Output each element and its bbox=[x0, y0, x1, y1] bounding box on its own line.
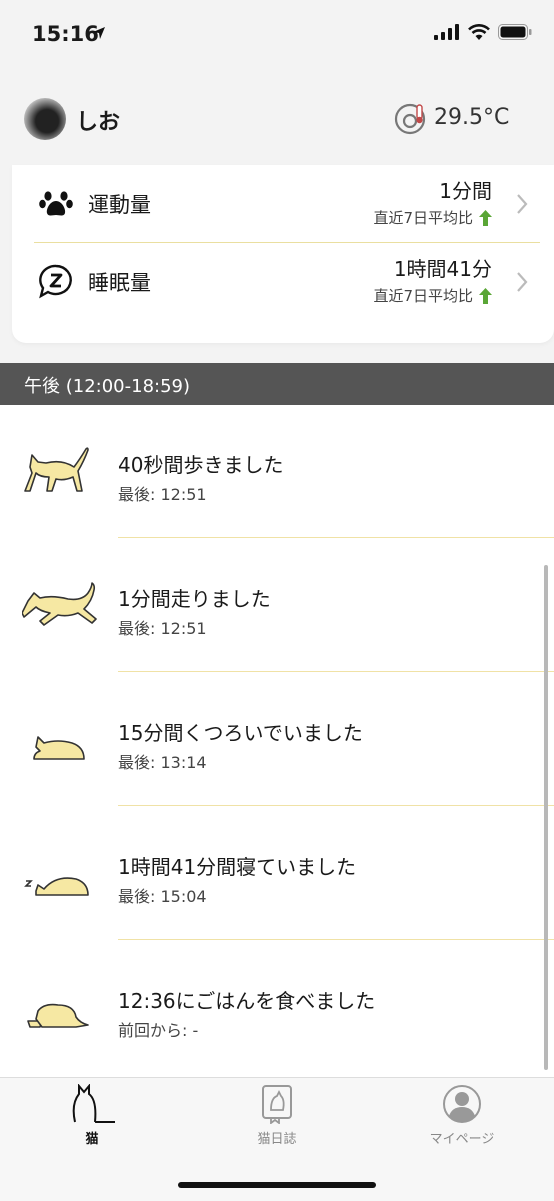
cat-walking-icon bbox=[24, 447, 89, 492]
tab-label: 猫 bbox=[85, 1132, 99, 1147]
sleep-comparison: 直近7日平均比 bbox=[373, 285, 492, 306]
status-time: 15:16 bbox=[32, 22, 99, 46]
summary-card: 運動量 1分間 直近7日平均比 睡眠量 1時間41分 直近7日平均比 bbox=[12, 165, 554, 343]
header: しお 29.5°C bbox=[0, 96, 554, 142]
item-divider bbox=[118, 805, 554, 806]
scrollbar[interactable] bbox=[544, 565, 548, 1070]
diary-tab-icon bbox=[262, 1085, 292, 1124]
location-arrow-icon bbox=[93, 27, 105, 39]
list-item[interactable]: 12:36にごはんを食べました 前回から: - bbox=[0, 941, 554, 1075]
list-item[interactable]: 40秒間歩きました 最後: 12:51 bbox=[0, 405, 554, 539]
list-item[interactable]: 1時間41分間寝ていました 最後: 15:04 bbox=[0, 807, 554, 941]
chevron-right-icon bbox=[517, 272, 528, 292]
sleep-value: 1時間41分 bbox=[393, 257, 492, 281]
cat-name: しお bbox=[76, 110, 121, 135]
section-header: 午後 (12:00-18:59) bbox=[0, 363, 554, 405]
sleep-bubble-icon bbox=[39, 264, 72, 299]
cat-sleeping-icon bbox=[24, 877, 89, 896]
item-title: 40秒間歩きました bbox=[118, 453, 284, 477]
tab-mypage[interactable]: マイページ bbox=[402, 1084, 522, 1154]
activity-value: 1分間 bbox=[439, 179, 492, 203]
wifi-icon bbox=[468, 24, 490, 40]
section-title: 午後 (12:00-18:59) bbox=[24, 376, 191, 397]
activity-label: 運動量 bbox=[88, 193, 151, 217]
tab-cat[interactable]: 猫 bbox=[32, 1084, 152, 1154]
list-item[interactable]: 1分間走りました 最後: 12:51 bbox=[0, 539, 554, 673]
signal-icon bbox=[434, 24, 459, 40]
timeline-list[interactable]: 40秒間歩きました 最後: 12:51 1分間走りました 最後: 12:51 1… bbox=[0, 405, 554, 1077]
cat-tab-icon bbox=[72, 1084, 115, 1123]
sleep-comparison-label: 直近7日平均比 bbox=[373, 287, 473, 305]
sleep-label: 睡眠量 bbox=[88, 271, 151, 295]
item-timestamp: 最後: 12:51 bbox=[118, 485, 207, 504]
activity-comparison: 直近7日平均比 bbox=[373, 207, 492, 228]
cat-resting-icon bbox=[33, 736, 85, 760]
item-divider bbox=[118, 537, 554, 538]
thermometer-device-icon bbox=[394, 103, 426, 135]
person-tab-icon bbox=[443, 1085, 481, 1123]
activity-comparison-label: 直近7日平均比 bbox=[373, 209, 473, 227]
home-indicator bbox=[178, 1182, 376, 1188]
temperature-value: 29.5°C bbox=[434, 105, 510, 130]
item-title: 12:36にごはんを食べました bbox=[118, 989, 376, 1013]
tab-diary[interactable]: 猫日誌 bbox=[217, 1084, 337, 1154]
item-divider bbox=[118, 939, 554, 940]
item-title: 1分間走りました bbox=[118, 587, 271, 611]
status-icons bbox=[434, 24, 532, 40]
tab-label: 猫日誌 bbox=[257, 1132, 297, 1147]
tab-label: マイページ bbox=[429, 1132, 495, 1147]
item-timestamp: 最後: 12:51 bbox=[118, 619, 207, 638]
item-timestamp: 最後: 13:14 bbox=[118, 753, 207, 772]
battery-icon bbox=[498, 24, 532, 40]
sleep-summary-row[interactable]: 睡眠量 1時間41分 直近7日平均比 bbox=[12, 243, 554, 319]
status-bar: 15:16 bbox=[0, 0, 554, 66]
avatar[interactable] bbox=[24, 98, 66, 140]
up-arrow-icon bbox=[479, 287, 492, 304]
chevron-right-icon bbox=[517, 194, 528, 214]
list-item[interactable]: 15分間くつろいでいました 最後: 13:14 bbox=[0, 673, 554, 807]
item-divider bbox=[118, 671, 554, 672]
cat-running-icon bbox=[22, 582, 97, 626]
paw-icon bbox=[39, 191, 73, 216]
cat-eating-icon bbox=[27, 1003, 89, 1028]
item-timestamp: 前回から: - bbox=[118, 1021, 199, 1040]
up-arrow-icon bbox=[479, 209, 492, 226]
item-timestamp: 最後: 15:04 bbox=[118, 887, 207, 906]
item-title: 15分間くつろいでいました bbox=[118, 721, 363, 745]
activity-summary-row[interactable]: 運動量 1分間 直近7日平均比 bbox=[12, 165, 554, 241]
item-title: 1時間41分間寝ていました bbox=[118, 855, 357, 879]
